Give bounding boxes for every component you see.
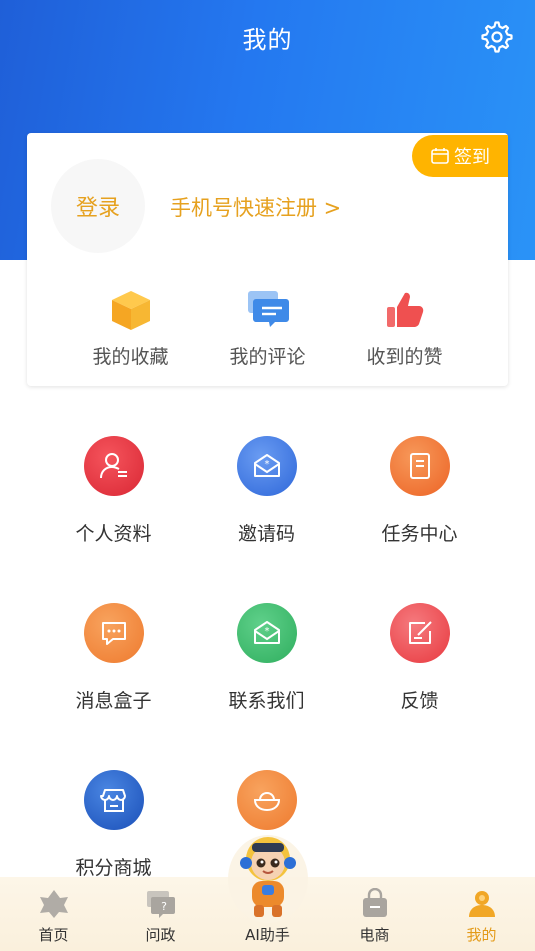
- svg-text:?: ?: [161, 900, 167, 913]
- rice-bowl-icon: [236, 770, 297, 830]
- checkin-button[interactable]: 签到: [412, 135, 508, 177]
- nav-mine[interactable]: 我的: [428, 877, 535, 951]
- home-icon: [39, 890, 68, 918]
- gear-icon[interactable]: [481, 21, 513, 53]
- svg-text:*: *: [264, 626, 269, 637]
- shopping-bag-icon: [362, 888, 387, 917]
- grid-item-task-center[interactable]: 任务中心: [343, 436, 496, 603]
- grid-item-invite-code[interactable]: * 邀请码: [190, 436, 343, 603]
- grid-item-label: 邀请码: [237, 523, 295, 545]
- page-title: 我的: [242, 26, 293, 54]
- profile-card: 签到 登录 手机号快速注册 > 我的收藏 我的评论 收到的赞: [27, 133, 508, 386]
- nav-ecommerce[interactable]: 电商: [321, 877, 428, 951]
- feedback-icon: [389, 603, 450, 663]
- grid-item-label: 联系我们: [228, 690, 305, 712]
- task-icon: [389, 436, 450, 496]
- grid-item-label: 消息盒子: [75, 690, 152, 712]
- grid-item-profile[interactable]: 个人资料: [37, 436, 190, 603]
- thumbs-up-icon: [386, 292, 423, 327]
- grid-row: 个人资料 * 邀请码 任务中心: [37, 436, 497, 603]
- grid-item-label: 反馈: [400, 690, 439, 712]
- shortcut-likes[interactable]: 收到的赞: [336, 288, 473, 369]
- shortcut-comments[interactable]: 我的评论: [199, 288, 336, 369]
- nav-label: 问政: [145, 926, 176, 944]
- grid-item-label: 个人资料: [75, 523, 152, 545]
- svg-text:*: *: [264, 459, 269, 470]
- grid-row: 消息盒子 * 联系我们 反馈: [37, 603, 497, 770]
- nav-home[interactable]: 首页: [0, 877, 107, 951]
- shortcut-label: 我的评论: [229, 346, 306, 368]
- grid-item-label: 任务中心: [381, 523, 458, 545]
- nav-label: 我的: [466, 926, 497, 944]
- nav-label: 首页: [38, 926, 69, 944]
- register-link[interactable]: 手机号快速注册 >: [170, 192, 341, 222]
- invite-mail-icon: *: [236, 436, 297, 496]
- grid-item-contact-us[interactable]: * 联系我们: [190, 603, 343, 770]
- comment-icon: [247, 291, 289, 327]
- nav-label: AI助手: [245, 926, 290, 944]
- login-label: 登录: [75, 196, 120, 221]
- contact-mail-icon: *: [236, 603, 297, 663]
- grid-item-message-box[interactable]: 消息盒子: [37, 603, 190, 770]
- my-page: 我的 签到 登录 手机号快速注册 > 我的收藏 我的评论 收到的赞 个人资料 *…: [0, 0, 535, 951]
- nav-wenzheng[interactable]: ? 问政: [107, 877, 214, 951]
- grid-item-label: 积分商城: [75, 857, 152, 879]
- checkin-label: 签到: [454, 147, 490, 168]
- ai-mascot-icon[interactable]: [224, 827, 312, 923]
- store-icon: [83, 770, 144, 830]
- shortcut-row: 我的收藏 我的评论 收到的赞: [27, 288, 508, 369]
- grid-item-feedback[interactable]: 反馈: [343, 603, 496, 770]
- question-chat-icon: ?: [146, 891, 175, 918]
- calendar-icon: [431, 148, 449, 164]
- box-icon: [111, 291, 150, 330]
- shortcut-favorites[interactable]: 我的收藏: [62, 288, 199, 369]
- login-avatar[interactable]: 登录: [51, 159, 145, 253]
- shortcut-label: 我的收藏: [92, 346, 169, 368]
- person-icon: [468, 891, 495, 917]
- user-profile-icon: [83, 436, 144, 496]
- message-icon: [83, 603, 144, 663]
- shortcut-label: 收到的赞: [366, 346, 443, 368]
- nav-label: 电商: [359, 926, 390, 944]
